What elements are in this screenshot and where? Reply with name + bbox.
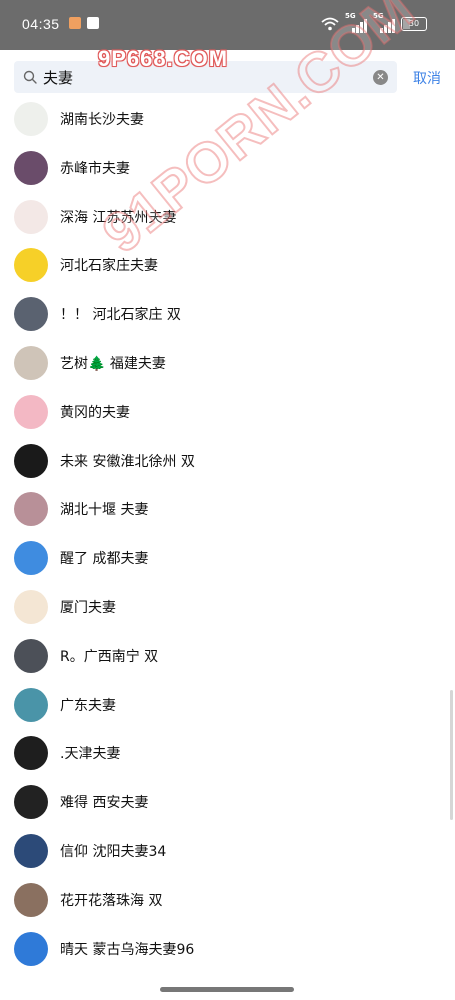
contact-avatar[interactable] xyxy=(14,638,48,673)
contact-name: 湖南长沙夫妻 xyxy=(60,112,144,128)
contact-row[interactable]: 湖北十堰 夫妻 xyxy=(0,485,455,534)
clear-search-icon[interactable]: ✕ xyxy=(373,70,388,85)
contact-row[interactable]: 难得 西安夫妻 xyxy=(0,778,455,827)
home-indicator[interactable] xyxy=(160,987,294,992)
contact-name: 赤峰市夫妻 xyxy=(60,160,130,177)
contact-avatar[interactable] xyxy=(14,394,48,429)
contact-row[interactable]: .天津夫妻 xyxy=(0,729,455,778)
contact-name: 湖北十堰 夫妻 xyxy=(60,502,149,519)
contact-name: 艺树🌲 福建夫妻 xyxy=(60,355,166,372)
scrollbar-thumb[interactable] xyxy=(450,690,453,820)
contact-name: 未来 安徽淮北徐州 双 xyxy=(60,453,195,470)
contact-avatar[interactable] xyxy=(14,931,48,966)
contact-avatar[interactable] xyxy=(14,443,48,478)
contact-row[interactable]: 未来 安徽淮北徐州 双 xyxy=(0,437,455,486)
contact-avatar[interactable] xyxy=(14,882,48,917)
contact-avatar[interactable] xyxy=(14,687,48,722)
watermark-top: 9P668.COM xyxy=(98,46,229,71)
status-time: 04:35 xyxy=(22,16,60,32)
contact-name: 花开花落珠海 双 xyxy=(60,892,163,909)
cancel-button[interactable]: 取消 xyxy=(413,68,441,88)
contact-name: 厦门夫妻 xyxy=(60,599,116,616)
contact-row[interactable]: ！！ 河北石家庄 双 xyxy=(0,290,455,339)
contact-name: 晴天 蒙古乌海夫妻96 xyxy=(60,941,195,958)
contact-row[interactable]: 深海 江苏苏州夫妻 xyxy=(0,193,455,242)
contact-row[interactable]: R。广西南宁 双 xyxy=(0,632,455,681)
contact-row[interactable]: 黄冈的夫妻 xyxy=(0,388,455,437)
contact-name: 醒了 成都夫妻 xyxy=(60,551,149,568)
contact-avatar[interactable] xyxy=(14,345,48,380)
contact-row[interactable]: 花开花落珠海 双 xyxy=(0,876,455,925)
notification-app-icon xyxy=(69,17,81,29)
contact-name: R。广西南宁 双 xyxy=(60,648,159,665)
contact-avatar[interactable] xyxy=(14,492,48,527)
contact-name: 黄冈的夫妻 xyxy=(60,404,130,421)
contact-row[interactable]: 艺树🌲 福建夫妻 xyxy=(0,339,455,388)
contact-list: 湖南长沙夫妻 赤峰市夫妻深海 江苏苏州夫妻河北石家庄夫妻 ！！ 河北石家庄 双艺树🌲… xyxy=(0,95,455,973)
contact-avatar[interactable] xyxy=(14,199,48,234)
contact-row[interactable]: 河北石家庄夫妻 xyxy=(0,241,455,290)
contact-avatar[interactable] xyxy=(14,785,48,820)
contact-avatar[interactable] xyxy=(14,541,48,576)
contact-row[interactable]: 厦门夫妻 xyxy=(0,583,455,632)
contact-avatar[interactable] xyxy=(14,102,48,136)
contact-avatar[interactable] xyxy=(14,248,48,283)
contact-avatar[interactable] xyxy=(14,150,48,185)
contact-row[interactable]: 晴天 蒙古乌海夫妻96 xyxy=(0,925,455,974)
contact-name: 广东夫妻 xyxy=(60,697,116,714)
contact-avatar[interactable] xyxy=(14,833,48,868)
notification-app-icon-2 xyxy=(87,17,99,29)
search-icon xyxy=(23,70,37,84)
contact-avatar[interactable] xyxy=(14,589,48,624)
contact-name: 信仰 沈阳夫妻34 xyxy=(60,843,167,860)
contact-row[interactable]: 醒了 成都夫妻 xyxy=(0,534,455,583)
contact-name: .天津夫妻 xyxy=(60,746,121,763)
contact-name: 河北石家庄夫妻 xyxy=(60,258,158,275)
contact-row[interactable]: 广东夫妻 xyxy=(0,681,455,730)
contact-row[interactable]: 信仰 沈阳夫妻34 xyxy=(0,827,455,876)
contact-name: ！！ 河北石家庄 双 xyxy=(60,307,181,324)
contact-name: 难得 西安夫妻 xyxy=(60,795,149,812)
contact-avatar[interactable] xyxy=(14,297,48,332)
contact-avatar[interactable] xyxy=(14,736,48,771)
